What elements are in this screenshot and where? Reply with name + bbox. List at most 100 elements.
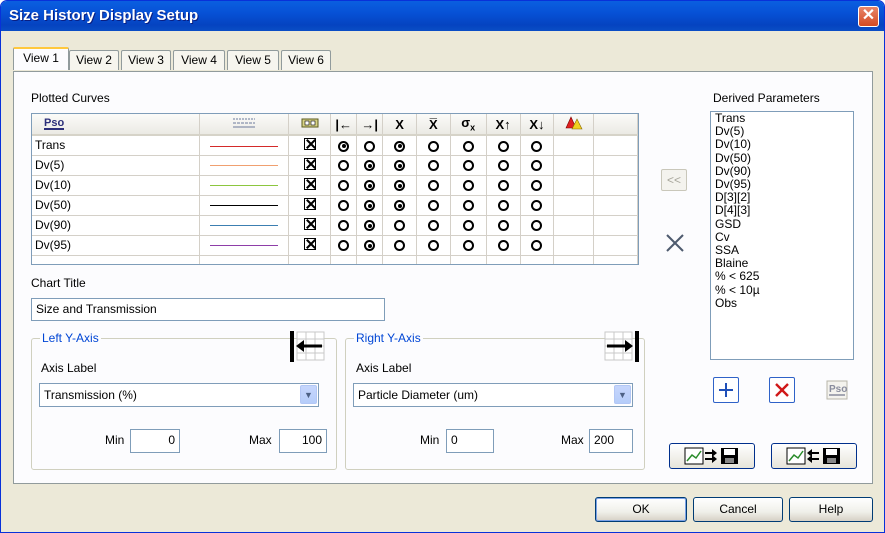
tab-view-1[interactable]: View 1: [13, 47, 69, 70]
ok-button[interactable]: OK: [595, 497, 687, 522]
left-axis-radio[interactable]: [330, 175, 358, 196]
derived-parameters-list[interactable]: Trans Dv(5) Dv(10) Dv(50) Dv(90) Dv(95) D[3][2…: [710, 111, 854, 360]
x-bar-radio[interactable]: [416, 135, 451, 156]
curve-line-style[interactable]: [199, 215, 290, 236]
import-setup-button[interactable]: [771, 443, 857, 469]
sigma-x-radio[interactable]: [450, 235, 487, 256]
dialog-window: Size History Display Setup ✕ View 1 View…: [0, 0, 885, 533]
right-axis-radio[interactable]: [356, 215, 384, 236]
left-axis-label-select[interactable]: Transmission (%) ▼: [39, 383, 319, 407]
x-mean-radio[interactable]: [382, 175, 417, 196]
table-row[interactable]: Dv(10): [32, 175, 638, 196]
x-bar-radio[interactable]: [416, 235, 451, 256]
list-item[interactable]: % < 10µ: [711, 283, 853, 297]
curve-name: Dv(95): [32, 235, 200, 256]
export-setup-button[interactable]: [669, 443, 755, 469]
parameter-settings-button[interactable]: Pso: [825, 379, 849, 401]
x-up-radio[interactable]: [486, 135, 521, 156]
x-bar-radio[interactable]: [416, 215, 451, 236]
right-axis-radio[interactable]: [356, 235, 384, 256]
x-up-radio[interactable]: [486, 195, 521, 216]
x-down-radio[interactable]: [520, 215, 555, 236]
curve-line-style[interactable]: [199, 235, 290, 256]
left-axis-radio[interactable]: [330, 235, 358, 256]
list-item[interactable]: D[4][3]: [711, 204, 853, 217]
visible-checkbox[interactable]: [288, 155, 332, 176]
remove-curve-button[interactable]: [663, 231, 687, 255]
tab-view-4[interactable]: View 4: [173, 50, 225, 70]
table-row[interactable]: Dv(95): [32, 235, 638, 256]
x-down-radio[interactable]: [520, 175, 555, 196]
left-min-input[interactable]: 0: [130, 429, 180, 453]
sigma-x-radio[interactable]: [450, 135, 487, 156]
help-button[interactable]: Help: [789, 497, 873, 522]
x-up-radio[interactable]: [486, 235, 521, 256]
x-bar-radio[interactable]: [416, 195, 451, 216]
sigma-x-radio[interactable]: [450, 175, 487, 196]
add-parameter-button[interactable]: [713, 377, 739, 403]
visible-checkbox[interactable]: [288, 195, 332, 216]
curve-line-style[interactable]: [199, 135, 290, 156]
chart-title-input[interactable]: Size and Transmission: [31, 298, 385, 321]
list-item[interactable]: Dv(10): [711, 138, 853, 151]
left-max-input[interactable]: 100: [279, 429, 327, 453]
x-up-radio[interactable]: [486, 155, 521, 176]
right-axis-radio[interactable]: [356, 195, 384, 216]
x-down-radio[interactable]: [520, 155, 555, 176]
x-bar-radio[interactable]: [416, 155, 451, 176]
close-button[interactable]: ✕: [858, 6, 879, 27]
right-axis-radio[interactable]: [356, 135, 384, 156]
curve-line-style[interactable]: [199, 175, 290, 196]
x-mean-radio[interactable]: [382, 155, 417, 176]
table-row[interactable]: Trans: [32, 135, 638, 156]
list-item[interactable]: Obs: [711, 296, 853, 310]
list-item[interactable]: GSD: [711, 217, 853, 231]
left-axis-radio[interactable]: [330, 155, 358, 176]
curve-line-style[interactable]: [199, 155, 290, 176]
chevron-down-icon[interactable]: ▼: [300, 385, 317, 404]
x-up-radio[interactable]: [486, 215, 521, 236]
x-down-radio[interactable]: [520, 195, 555, 216]
left-axis-radio[interactable]: [330, 135, 358, 156]
sigma-x-radio[interactable]: [450, 155, 487, 176]
left-axis-radio[interactable]: [330, 195, 358, 216]
right-axis-radio[interactable]: [356, 175, 384, 196]
x-bar-radio[interactable]: [416, 175, 451, 196]
tab-view-5[interactable]: View 5: [227, 50, 279, 70]
sigma-x-radio[interactable]: [450, 215, 487, 236]
table-row[interactable]: Dv(90): [32, 215, 638, 236]
delete-parameter-button[interactable]: [769, 377, 795, 403]
visible-checkbox[interactable]: [288, 135, 332, 156]
x-down-radio[interactable]: [520, 235, 555, 256]
list-item[interactable]: Dv(50): [711, 151, 853, 165]
list-item[interactable]: % < 625: [711, 270, 853, 283]
visible-checkbox[interactable]: [288, 235, 332, 256]
tab-view-2[interactable]: View 2: [69, 50, 119, 70]
filler-cell: [593, 235, 638, 256]
x-mean-radio[interactable]: [382, 135, 417, 156]
chevron-down-icon[interactable]: ▼: [614, 385, 631, 404]
table-row[interactable]: Dv(5): [32, 155, 638, 176]
tab-view-3[interactable]: View 3: [121, 50, 171, 70]
right-min-input[interactable]: 0: [446, 429, 494, 453]
right-axis-label-select[interactable]: Particle Diameter (um) ▼: [353, 383, 633, 407]
sigma-x-radio[interactable]: [450, 195, 487, 216]
x-mean-radio[interactable]: [382, 195, 417, 216]
visible-checkbox[interactable]: [288, 215, 332, 236]
x-mean-radio[interactable]: [382, 235, 417, 256]
table-row[interactable]: Dv(50): [32, 195, 638, 216]
right-max-input[interactable]: 200: [589, 429, 633, 453]
x-up-radio[interactable]: [486, 175, 521, 196]
x-mean-radio[interactable]: [382, 215, 417, 236]
plotted-curves-grid[interactable]: Pso |← →| X X̅ σx X↑ X↓ Trans Dv(5) Dv(10)…: [31, 113, 639, 265]
tab-view-6[interactable]: View 6: [281, 50, 331, 70]
visible-checkbox[interactable]: [288, 175, 332, 196]
curve-line-style[interactable]: [199, 195, 290, 216]
x-down-radio[interactable]: [520, 135, 555, 156]
right-axis-radio[interactable]: [356, 155, 384, 176]
move-left-button[interactable]: <<: [661, 169, 687, 191]
svg-text:Pso: Pso: [44, 117, 64, 129]
cancel-button[interactable]: Cancel: [693, 497, 783, 522]
left-axis-radio[interactable]: [330, 215, 358, 236]
checkbox-checked-icon: [303, 177, 316, 190]
